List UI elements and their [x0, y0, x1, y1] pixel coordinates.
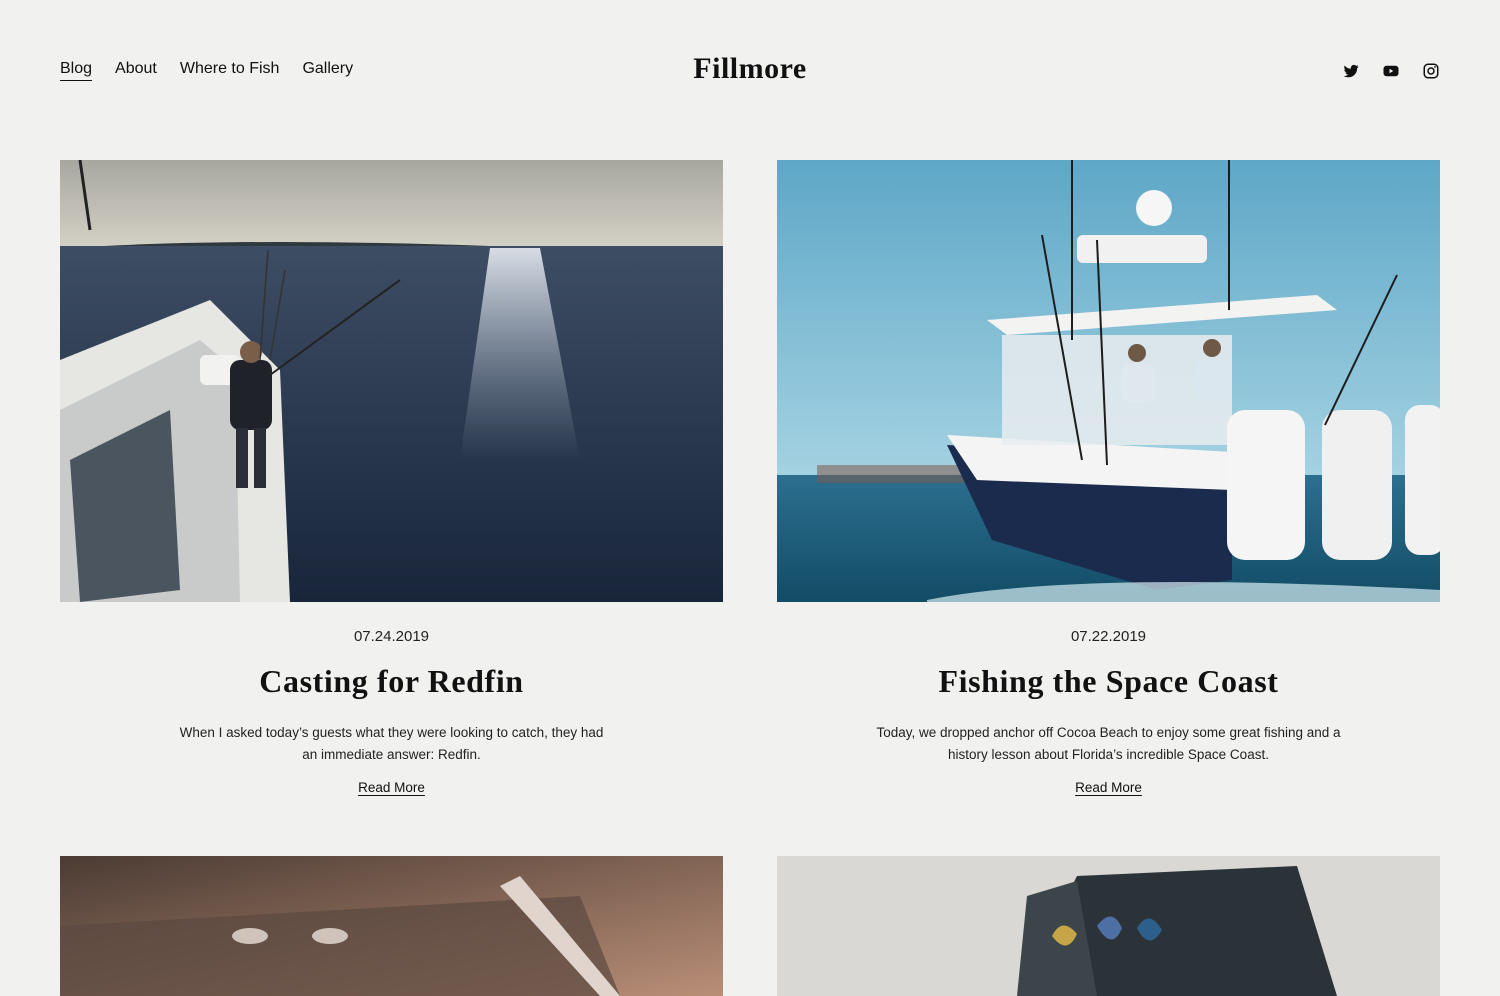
- post-date: 07.22.2019: [1070, 628, 1147, 645]
- post-meta: 07.24.2019 Casting for Redfin When I ask…: [60, 628, 723, 797]
- post-card: 07.24.2019 Casting for Redfin When I ask…: [60, 160, 723, 797]
- twitter-icon[interactable]: [1342, 62, 1360, 80]
- social-links: [1342, 62, 1440, 80]
- post-image-fishing-boat[interactable]: [60, 160, 723, 602]
- read-more-link[interactable]: Read More: [358, 780, 425, 795]
- post-meta: 07.22.2019 Fishing the Space Coast Today…: [777, 628, 1440, 797]
- post-image-motor-yacht[interactable]: [777, 160, 1440, 602]
- post-title[interactable]: Casting for Redfin: [60, 663, 723, 700]
- post-image-boat-interior[interactable]: [60, 856, 723, 996]
- post-title[interactable]: Fishing the Space Coast: [777, 663, 1440, 700]
- post-excerpt: Today, we dropped anchor off Cocoa Beach…: [876, 725, 1341, 762]
- post-date: 07.24.2019: [353, 628, 430, 645]
- site-logo[interactable]: Fillmore: [0, 52, 1500, 86]
- site-header: Blog About Where to Fish Gallery Fillmor…: [0, 0, 1500, 145]
- post-image-fly-box[interactable]: [777, 856, 1440, 996]
- post-excerpt: When I asked today’s guests what they we…: [179, 725, 604, 762]
- read-more-link[interactable]: Read More: [1075, 780, 1142, 795]
- youtube-icon[interactable]: [1382, 62, 1400, 80]
- instagram-icon[interactable]: [1422, 62, 1440, 80]
- post-card: 07.22.2019 Fishing the Space Coast Today…: [777, 160, 1440, 797]
- post-card: [60, 856, 723, 996]
- post-card: [777, 856, 1440, 996]
